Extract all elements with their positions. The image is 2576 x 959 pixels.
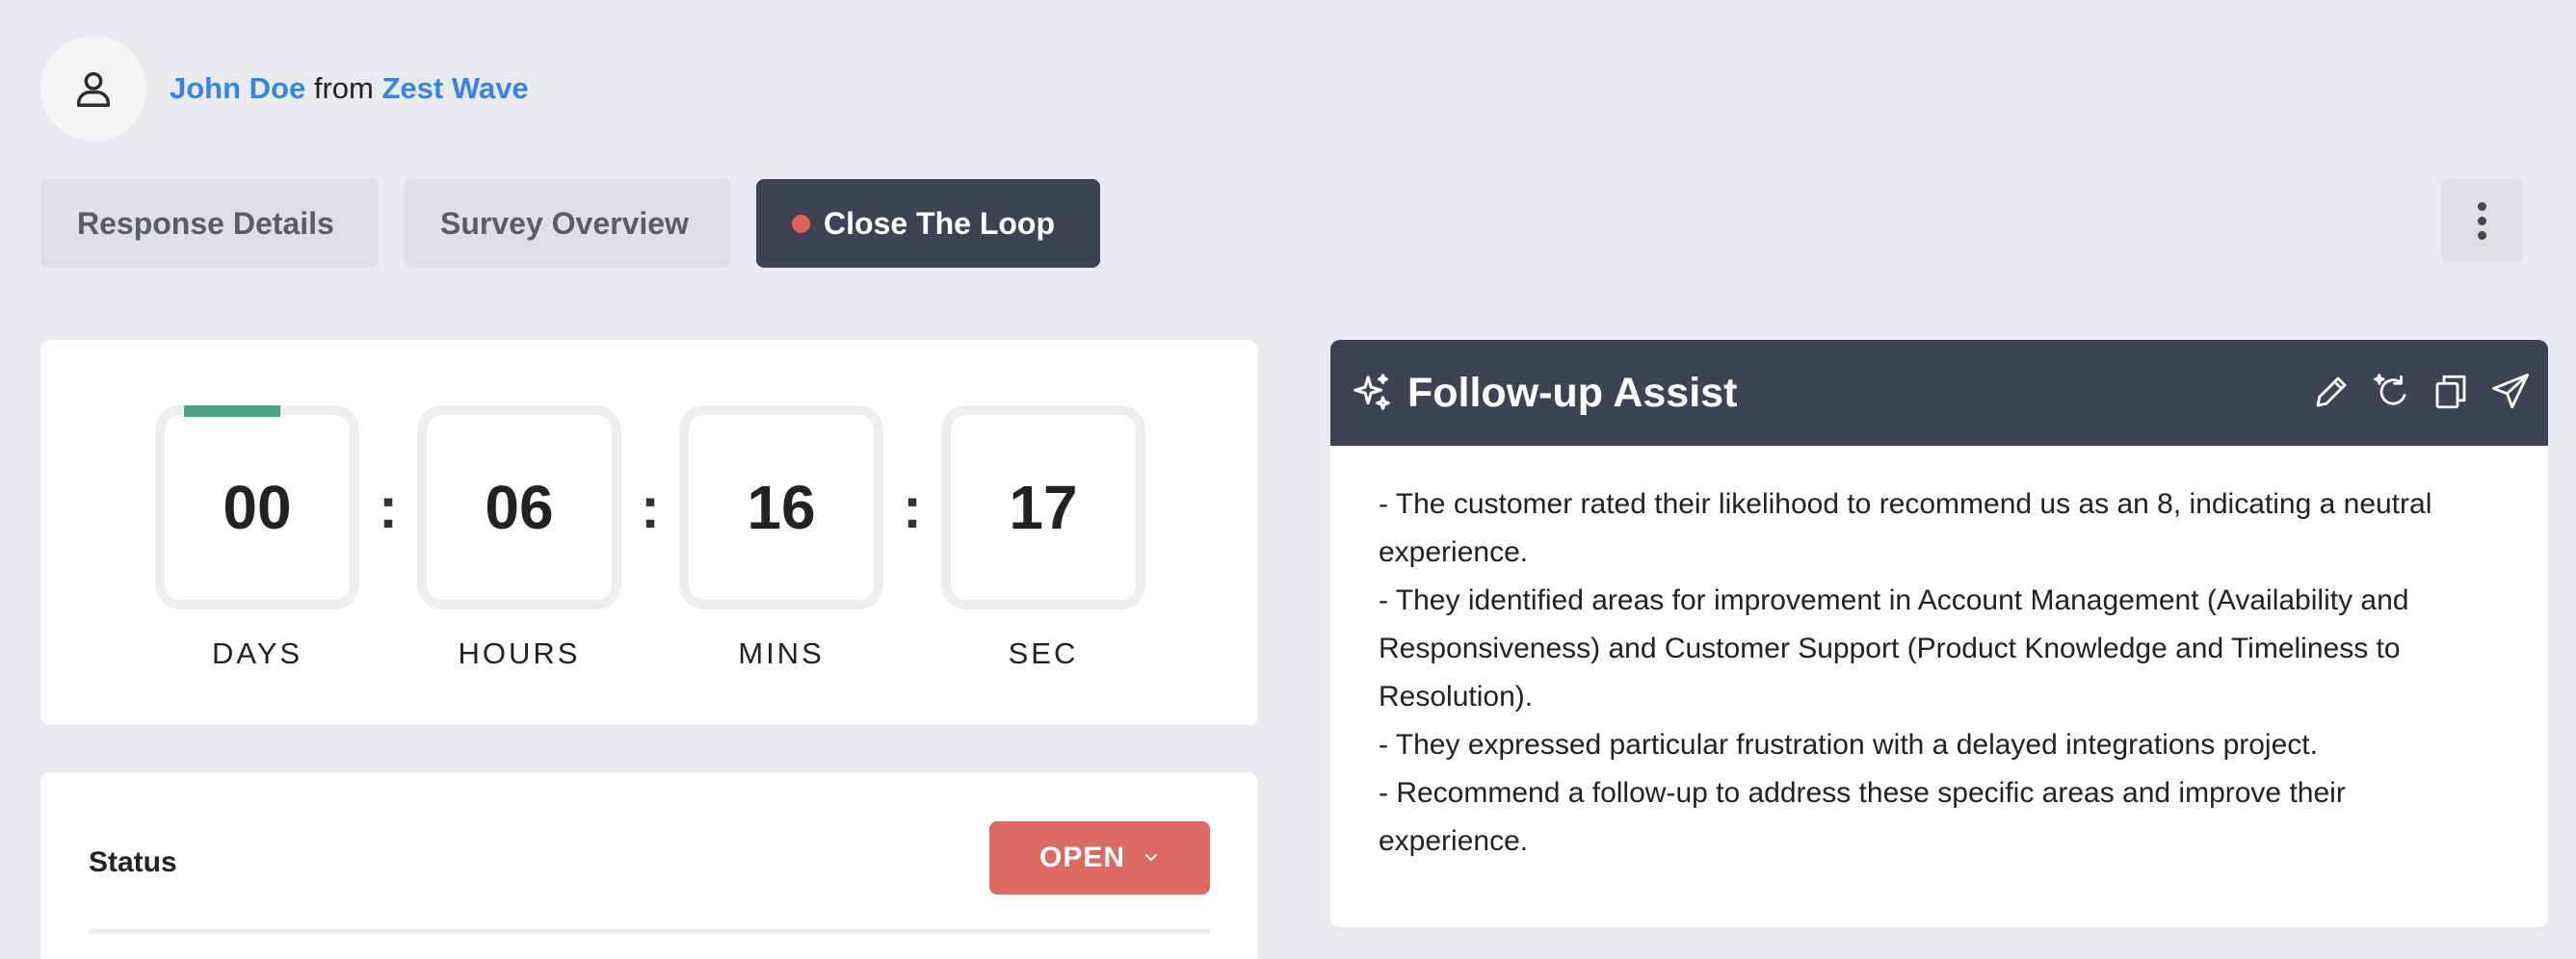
countdown-card: 00 DAYS : 06 HOURS : 16 MINS : 17 SEC	[40, 340, 1258, 725]
dot	[2478, 231, 2486, 240]
tab-response-details[interactable]: Response Details	[40, 179, 379, 268]
hours-box: 06	[417, 405, 621, 609]
more-options-button[interactable]	[2441, 179, 2523, 263]
contact-line: John Doe from Zest Wave	[170, 71, 529, 106]
divider	[89, 929, 1210, 934]
tab-close-the-loop[interactable]: Close The Loop	[756, 179, 1100, 268]
contact-header: John Doe from Zest Wave	[40, 36, 529, 142]
tab-bar: Response Details Survey Overview Close T…	[40, 179, 1125, 268]
pencil-icon[interactable]	[2311, 370, 2352, 414]
separator: :	[379, 475, 398, 540]
sec-label: SEC	[1008, 636, 1079, 670]
summary-line: - They expressed particular frustration …	[1379, 729, 2318, 761]
tab-label: Response Details	[77, 205, 334, 241]
regenerate-icon[interactable]	[2371, 370, 2411, 414]
mins-value: 16	[747, 473, 816, 542]
company-link[interactable]: Zest Wave	[381, 71, 528, 105]
assist-title: Follow-up Assist	[1407, 369, 1738, 416]
days-label: DAYS	[211, 636, 303, 670]
tab-survey-overview[interactable]: Survey Overview	[404, 179, 731, 268]
summary-line: - They identified areas for improvement …	[1379, 584, 2409, 713]
assist-toolbar	[2311, 370, 2531, 414]
follow-up-assist-panel: Follow-up Assist - The customer rated th…	[1330, 340, 2548, 927]
countdown-sec: 17 SEC	[941, 405, 1145, 671]
user-icon	[76, 71, 111, 107]
from-text: from	[313, 71, 374, 105]
tab-label: Survey Overview	[440, 205, 689, 241]
chevron-down-icon	[1143, 852, 1160, 864]
sec-value: 17	[1009, 473, 1078, 542]
alert-dot-icon	[792, 214, 810, 233]
status-label: Status	[89, 846, 177, 878]
days-value: 00	[223, 473, 292, 542]
sec-box: 17	[941, 405, 1145, 609]
dot	[2478, 202, 2486, 211]
hours-value: 06	[485, 473, 554, 542]
send-icon[interactable]	[2490, 370, 2531, 414]
contact-name-link[interactable]: John Doe	[170, 71, 305, 105]
sparkle-icon	[1354, 374, 1390, 410]
countdown-days: 00 DAYS	[155, 405, 359, 671]
copy-icon[interactable]	[2431, 370, 2471, 414]
countdown-hours: 06 HOURS	[417, 405, 621, 671]
tab-label: Close The Loop	[824, 205, 1055, 241]
status-value: OPEN	[1038, 842, 1126, 873]
countdown-timer: 00 DAYS : 06 HOURS : 16 MINS : 17 SEC	[155, 405, 1145, 671]
mins-label: MINS	[738, 636, 825, 670]
avatar[interactable]	[40, 36, 146, 142]
countdown-mins: 16 MINS	[679, 405, 883, 671]
status-card: Status OPEN	[40, 772, 1258, 959]
progress-indicator	[184, 405, 280, 417]
summary-line: - The customer rated their likelihood to…	[1379, 488, 2432, 568]
hours-label: HOURS	[458, 636, 581, 670]
assist-summary: - The customer rated their likelihood to…	[1330, 446, 2548, 927]
separator: :	[903, 475, 922, 540]
summary-line: - Recommend a follow-up to address these…	[1379, 777, 2346, 857]
dot	[2478, 217, 2486, 225]
separator: :	[641, 475, 660, 540]
mins-box: 16	[679, 405, 883, 609]
days-box: 00	[155, 405, 359, 609]
status-dropdown[interactable]: OPEN	[989, 821, 1210, 894]
assist-header: Follow-up Assist	[1330, 340, 2548, 446]
